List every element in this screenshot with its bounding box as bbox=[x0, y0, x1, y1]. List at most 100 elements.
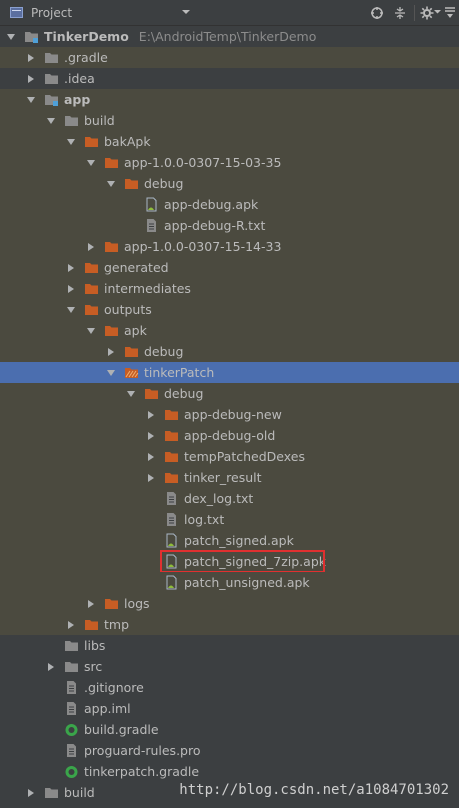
tree-item-app-debug-old[interactable]: app-debug-old bbox=[0, 425, 459, 446]
folder-orange-icon bbox=[164, 449, 179, 464]
expanded-arrow-icon[interactable] bbox=[66, 304, 76, 314]
expanded-arrow-icon[interactable] bbox=[86, 325, 96, 335]
gradle-icon bbox=[64, 764, 79, 779]
expanded-arrow-icon[interactable] bbox=[6, 31, 16, 41]
tree-item-intermediates[interactable]: intermediates bbox=[0, 278, 459, 299]
folder-orange-icon bbox=[164, 470, 179, 485]
tree-item-dex-log-txt[interactable]: dex_log.txt bbox=[0, 488, 459, 509]
tree-item-src[interactable]: src bbox=[0, 656, 459, 677]
expanded-arrow-icon[interactable] bbox=[126, 388, 136, 398]
tree-item-gitignore[interactable]: .gitignore bbox=[0, 677, 459, 698]
collapsed-arrow-icon[interactable] bbox=[146, 472, 156, 482]
tree-item-tinker-result[interactable]: tinker_result bbox=[0, 467, 459, 488]
tree-item-libs[interactable]: libs bbox=[0, 635, 459, 656]
collapsed-arrow-icon[interactable] bbox=[106, 346, 116, 356]
tree-item-app-1-0-0-0307-15-03-35[interactable]: app-1.0.0-0307-15-03-35 bbox=[0, 152, 459, 173]
tree-item-tinkerpatch-gradle[interactable]: tinkerpatch.gradle bbox=[0, 761, 459, 782]
collapsed-arrow-icon[interactable] bbox=[86, 241, 96, 251]
expanded-arrow-icon[interactable] bbox=[106, 178, 116, 188]
tree-item-tmp[interactable]: tmp bbox=[0, 614, 459, 635]
folder-orange-icon bbox=[104, 155, 119, 170]
tree-item-apk[interactable]: apk bbox=[0, 320, 459, 341]
tree-item-label: .idea bbox=[64, 71, 95, 86]
toolbar-divider bbox=[414, 5, 415, 21]
tree-item-label: .gitignore bbox=[84, 680, 144, 695]
tree-item-idea[interactable]: .idea bbox=[0, 68, 459, 89]
collapsed-arrow-icon[interactable] bbox=[26, 73, 36, 83]
tree-item-app-debug-apk[interactable]: app-debug.apk bbox=[0, 194, 459, 215]
tree-item-label: outputs bbox=[104, 302, 152, 317]
tree-item-label: build bbox=[64, 785, 95, 800]
expanded-arrow-icon[interactable] bbox=[66, 136, 76, 146]
collapsed-arrow-icon[interactable] bbox=[146, 451, 156, 461]
tree-item-label: app-1.0.0-0307-15-03-35 bbox=[124, 155, 282, 170]
collapsed-arrow-icon[interactable] bbox=[146, 409, 156, 419]
folder-orange-hatched-icon bbox=[124, 365, 139, 380]
collapse-all-icon[interactable] bbox=[393, 6, 407, 20]
tree-item-debug-2[interactable]: debug bbox=[0, 341, 459, 362]
tree-item-label: proguard-rules.pro bbox=[84, 743, 201, 758]
folder-orange-icon bbox=[144, 386, 159, 401]
tree-item-label: log.txt bbox=[184, 512, 225, 527]
folder-orange-icon bbox=[104, 239, 119, 254]
tree-item-outputs[interactable]: outputs bbox=[0, 299, 459, 320]
tree-item-label: .gradle bbox=[64, 50, 108, 65]
tree-item-tinkerpatch[interactable]: tinkerPatch bbox=[0, 362, 459, 383]
folder-orange-icon bbox=[84, 134, 99, 149]
tree-item-app-debug-new[interactable]: app-debug-new bbox=[0, 404, 459, 425]
tree-item-bakapk[interactable]: bakApk bbox=[0, 131, 459, 152]
tree-item-label: TinkerDemo E:\AndroidTemp\TinkerDemo bbox=[44, 29, 317, 44]
tree-item-app-1-0-0-0307-15-14-33[interactable]: app-1.0.0-0307-15-14-33 bbox=[0, 236, 459, 257]
tree-item-proguard-rules-pro[interactable]: proguard-rules.pro bbox=[0, 740, 459, 761]
collapsed-arrow-icon[interactable] bbox=[46, 661, 56, 671]
tree-item-debug-1[interactable]: debug bbox=[0, 173, 459, 194]
tree-item-generated[interactable]: generated bbox=[0, 257, 459, 278]
collapsed-arrow-icon[interactable] bbox=[86, 598, 96, 608]
tree-item-debug-3[interactable]: debug bbox=[0, 383, 459, 404]
text-icon bbox=[144, 218, 159, 233]
collapsed-arrow-icon[interactable] bbox=[66, 262, 76, 272]
folder-gray-icon bbox=[44, 50, 59, 65]
collapsed-arrow-icon[interactable] bbox=[26, 787, 36, 797]
project-toolbar: Project bbox=[0, 0, 459, 26]
chevron-down-icon[interactable] bbox=[180, 6, 192, 18]
tree-item-app-debug-r-txt[interactable]: app-debug-R.txt bbox=[0, 215, 459, 236]
tree-item-label: debug bbox=[164, 386, 204, 401]
tree-item-label: patch_unsigned.apk bbox=[184, 575, 310, 590]
expanded-arrow-icon[interactable] bbox=[26, 94, 36, 104]
folder-gray-icon bbox=[44, 71, 59, 86]
tree-item-label: src bbox=[84, 659, 103, 674]
tree-item-build-gradle[interactable]: build.gradle bbox=[0, 719, 459, 740]
tree-item-tinkerdemo[interactable]: TinkerDemo E:\AndroidTemp\TinkerDemo bbox=[0, 26, 459, 47]
tree-item-gradle-dir[interactable]: .gradle bbox=[0, 47, 459, 68]
expanded-arrow-icon[interactable] bbox=[106, 367, 116, 377]
tree-item-logs[interactable]: logs bbox=[0, 593, 459, 614]
text-icon bbox=[164, 491, 179, 506]
tree-item-app[interactable]: app bbox=[0, 89, 459, 110]
tree-item-patch-signed-apk[interactable]: patch_signed.apk bbox=[0, 530, 459, 551]
tree-item-patch-signed-7zip-apk[interactable]: patch_signed_7zip.apk bbox=[0, 550, 459, 573]
collapsed-arrow-icon[interactable] bbox=[66, 619, 76, 629]
target-icon[interactable] bbox=[370, 6, 384, 20]
folder-orange-icon bbox=[104, 323, 119, 338]
folder-gray-icon bbox=[64, 659, 79, 674]
hide-panel-icon[interactable] bbox=[443, 6, 457, 20]
tree-item-app-iml[interactable]: app.iml bbox=[0, 698, 459, 719]
tree-item-label: libs bbox=[84, 638, 106, 653]
gear-dropdown-icon[interactable] bbox=[434, 8, 441, 15]
project-view-label[interactable]: Project bbox=[31, 6, 72, 20]
collapsed-arrow-icon[interactable] bbox=[66, 283, 76, 293]
tree-item-label: debug bbox=[144, 344, 184, 359]
collapsed-arrow-icon[interactable] bbox=[26, 52, 36, 62]
tree-item-temppatcheddexes[interactable]: tempPatchedDexes bbox=[0, 446, 459, 467]
gear-icon[interactable] bbox=[420, 6, 434, 20]
tree-item-build[interactable]: build bbox=[0, 110, 459, 131]
tree-item-label: bakApk bbox=[104, 134, 151, 149]
tree-item-log-txt[interactable]: log.txt bbox=[0, 509, 459, 530]
tree-item-label: patch_signed.apk bbox=[184, 533, 294, 548]
folder-orange-icon bbox=[84, 302, 99, 317]
tree-item-patch-unsigned-apk[interactable]: patch_unsigned.apk bbox=[0, 572, 459, 593]
collapsed-arrow-icon[interactable] bbox=[146, 430, 156, 440]
expanded-arrow-icon[interactable] bbox=[46, 115, 56, 125]
expanded-arrow-icon[interactable] bbox=[86, 157, 96, 167]
